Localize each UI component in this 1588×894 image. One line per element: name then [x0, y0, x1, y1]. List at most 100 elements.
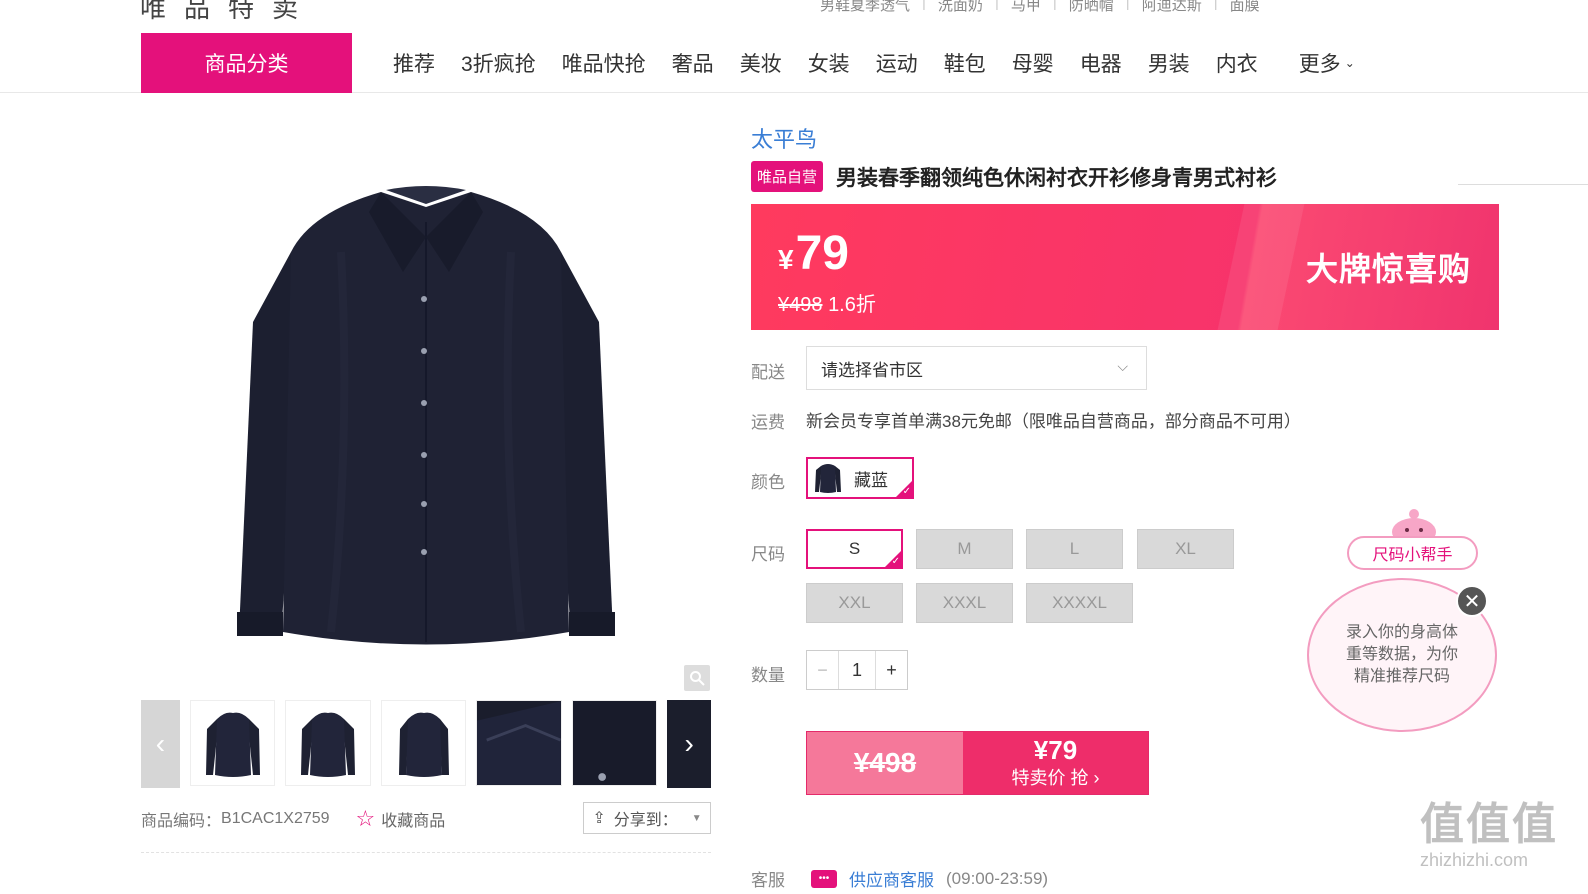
- chevron-down-icon: ⌄: [1344, 56, 1355, 70]
- chevron-left-icon[interactable]: ‹: [141, 700, 180, 788]
- thumbnail[interactable]: [189, 700, 276, 786]
- size-option-xxxxl[interactable]: XXXXL: [1026, 583, 1133, 623]
- service-label: 客服: [751, 871, 785, 890]
- share-button[interactable]: ⇪ 分享到： ▼: [583, 802, 711, 834]
- close-icon[interactable]: ✕: [1456, 585, 1488, 617]
- divider: |: [922, 0, 926, 11]
- chat-icon: •••: [811, 869, 837, 888]
- nav-item-sports[interactable]: 运动: [876, 48, 918, 78]
- title-row: 唯品自营 男装春季翻领纯色休闲衬衣开衫修身青男式衬衫: [751, 161, 1277, 192]
- size-option-l[interactable]: L: [1026, 529, 1123, 569]
- buy-action-label: 特卖价 抢 ›: [1011, 768, 1100, 789]
- nav-item-beauty[interactable]: 美妆: [740, 48, 782, 78]
- share-icon: ⇪: [592, 810, 606, 827]
- nav-item-flash[interactable]: 唯品快抢: [562, 48, 646, 78]
- buy-button[interactable]: ¥498 ¥79 特卖价 抢 ›: [806, 731, 1149, 795]
- quantity-input[interactable]: 1: [839, 651, 875, 689]
- nav-item-appliances[interactable]: 电器: [1080, 48, 1122, 78]
- quantity-minus-button[interactable]: −: [807, 651, 839, 689]
- watermark: 值值值 zhizhizhi.com: [1420, 800, 1570, 880]
- thumbnail[interactable]: [285, 700, 371, 786]
- nav-item-recommend[interactable]: 推荐: [393, 48, 435, 78]
- size-option-xxxl[interactable]: XXXL: [916, 583, 1013, 623]
- nav-items: 推荐 3折疯抢 唯品快抢 奢品 美妆 女装 运动 鞋包 母婴 电器 男装 内衣 …: [380, 33, 1355, 93]
- product-meta-row: 商品编码： B1CAC1X2759 ☆ 收藏商品 ⇪ 分享到： ▼: [141, 802, 711, 834]
- hot-link[interactable]: 马甲: [1011, 0, 1041, 15]
- size-option-xxl[interactable]: XXL: [806, 583, 903, 623]
- current-price: ¥ 79: [778, 226, 849, 281]
- divider: |: [1213, 0, 1218, 11]
- hot-link[interactable]: 防晒帽: [1069, 0, 1114, 15]
- size-label: 尺码: [751, 545, 785, 564]
- discount-rate: 1.6折: [828, 294, 876, 316]
- product-code-label: 商品编码：: [141, 813, 222, 830]
- shipping-info: 新会员专享首单满38元免邮（限唯品自营商品，部分商品不可用）: [806, 412, 1301, 431]
- thumbnail[interactable]: [380, 700, 467, 786]
- size-option-xl[interactable]: XL: [1137, 529, 1234, 569]
- brand-link[interactable]: 太平鸟: [751, 122, 817, 154]
- banner-stripe: [1217, 204, 1305, 330]
- favorite-button[interactable]: ☆ 收藏商品: [356, 806, 446, 832]
- thumbnail[interactable]: [476, 700, 562, 786]
- nav-more[interactable]: 更多 ⌄: [1299, 48, 1355, 78]
- divider: |: [1052, 0, 1057, 11]
- customer-service-row: 客服 ••• 供应商客服 (09:00-23:59): [751, 866, 1048, 891]
- divider: [1458, 184, 1588, 185]
- watermark-logo: 值值值: [1420, 800, 1558, 849]
- original-price: ¥498: [778, 294, 823, 316]
- check-icon: ✓: [891, 556, 900, 567]
- zoom-icon[interactable]: [684, 665, 710, 691]
- buy-sale-block: ¥79 特卖价 抢 ›: [963, 732, 1148, 794]
- color-value: 藏蓝: [854, 470, 888, 490]
- quantity-plus-button[interactable]: +: [875, 651, 907, 689]
- nav-item-luxury[interactable]: 奢品: [672, 48, 714, 78]
- caret-down-icon: ▼: [691, 812, 702, 824]
- size-helper-button[interactable]: 尺码小帮手: [1347, 536, 1478, 570]
- thumbnail[interactable]: [571, 700, 658, 786]
- size-option-m[interactable]: M: [916, 529, 1013, 569]
- nav-item-30-off[interactable]: 3折疯抢: [461, 48, 536, 78]
- category-button[interactable]: 商品分类: [141, 33, 352, 93]
- delivery-label: 配送: [751, 363, 785, 382]
- supplier-service-link[interactable]: 供应商客服: [849, 866, 934, 891]
- region-select[interactable]: 请选择省市区 ⌵: [806, 346, 1147, 390]
- price-value: 79: [795, 227, 849, 280]
- hot-link[interactable]: 阿迪达斯: [1142, 0, 1202, 15]
- nav-item-women[interactable]: 女装: [808, 48, 850, 78]
- share-label: 分享到：: [613, 812, 678, 829]
- hot-search-links: 男鞋夏季透气 | 洗面奶 | 马甲 | 防晒帽 | 阿迪达斯 | 面膜: [820, 0, 1260, 15]
- product-title: 男装春季翻领纯色休闲衬衣开衫修身青男式衬衫: [836, 166, 1278, 190]
- quantity-stepper: − 1 +: [806, 650, 908, 690]
- product-main-image[interactable]: [141, 112, 711, 690]
- size-text: S: [848, 539, 861, 558]
- hot-link[interactable]: 洗面奶: [938, 0, 983, 15]
- watermark-url: zhizhizhi.com: [1420, 850, 1529, 870]
- buy-sale-price: ¥79: [1033, 734, 1078, 765]
- currency-symbol: ¥: [778, 244, 794, 275]
- main-nav: 商品分类 推荐 3折疯抢 唯品快抢 奢品 美妆 女装 运动 鞋包 母婴 电器 男…: [0, 33, 1588, 93]
- thumbnail-strip: ‹ ›: [141, 700, 711, 788]
- color-swatch: [815, 464, 841, 493]
- hot-link[interactable]: 男鞋夏季透气: [820, 0, 910, 15]
- nav-item-shoes-bags[interactable]: 鞋包: [944, 48, 986, 78]
- nav-item-men[interactable]: 男装: [1148, 48, 1190, 78]
- favorite-label: 收藏商品: [381, 813, 446, 830]
- divider: |: [1125, 0, 1130, 11]
- color-option-navy[interactable]: 藏蓝 ✓: [806, 457, 914, 499]
- buy-original-price: ¥498: [807, 732, 963, 794]
- divider: |: [994, 0, 999, 11]
- service-hours: (09:00-23:59): [946, 868, 1049, 888]
- shipping-label: 运费: [751, 413, 785, 432]
- nav-more-label: 更多: [1298, 53, 1341, 76]
- region-placeholder: 请选择省市区: [821, 360, 923, 380]
- chevron-right-icon[interactable]: ›: [667, 700, 711, 788]
- nav-item-baby[interactable]: 母婴: [1012, 48, 1054, 78]
- size-option-s[interactable]: S ✓: [806, 529, 903, 569]
- site-logo[interactable]: 唯品特卖: [140, 0, 316, 25]
- color-label: 颜色: [751, 473, 785, 492]
- star-icon: ☆: [355, 806, 376, 831]
- product-code: B1CAC1X2759: [221, 810, 330, 827]
- nav-item-underwear[interactable]: 内衣: [1216, 48, 1258, 78]
- hot-link[interactable]: 面膜: [1230, 0, 1260, 15]
- divider: [141, 852, 711, 853]
